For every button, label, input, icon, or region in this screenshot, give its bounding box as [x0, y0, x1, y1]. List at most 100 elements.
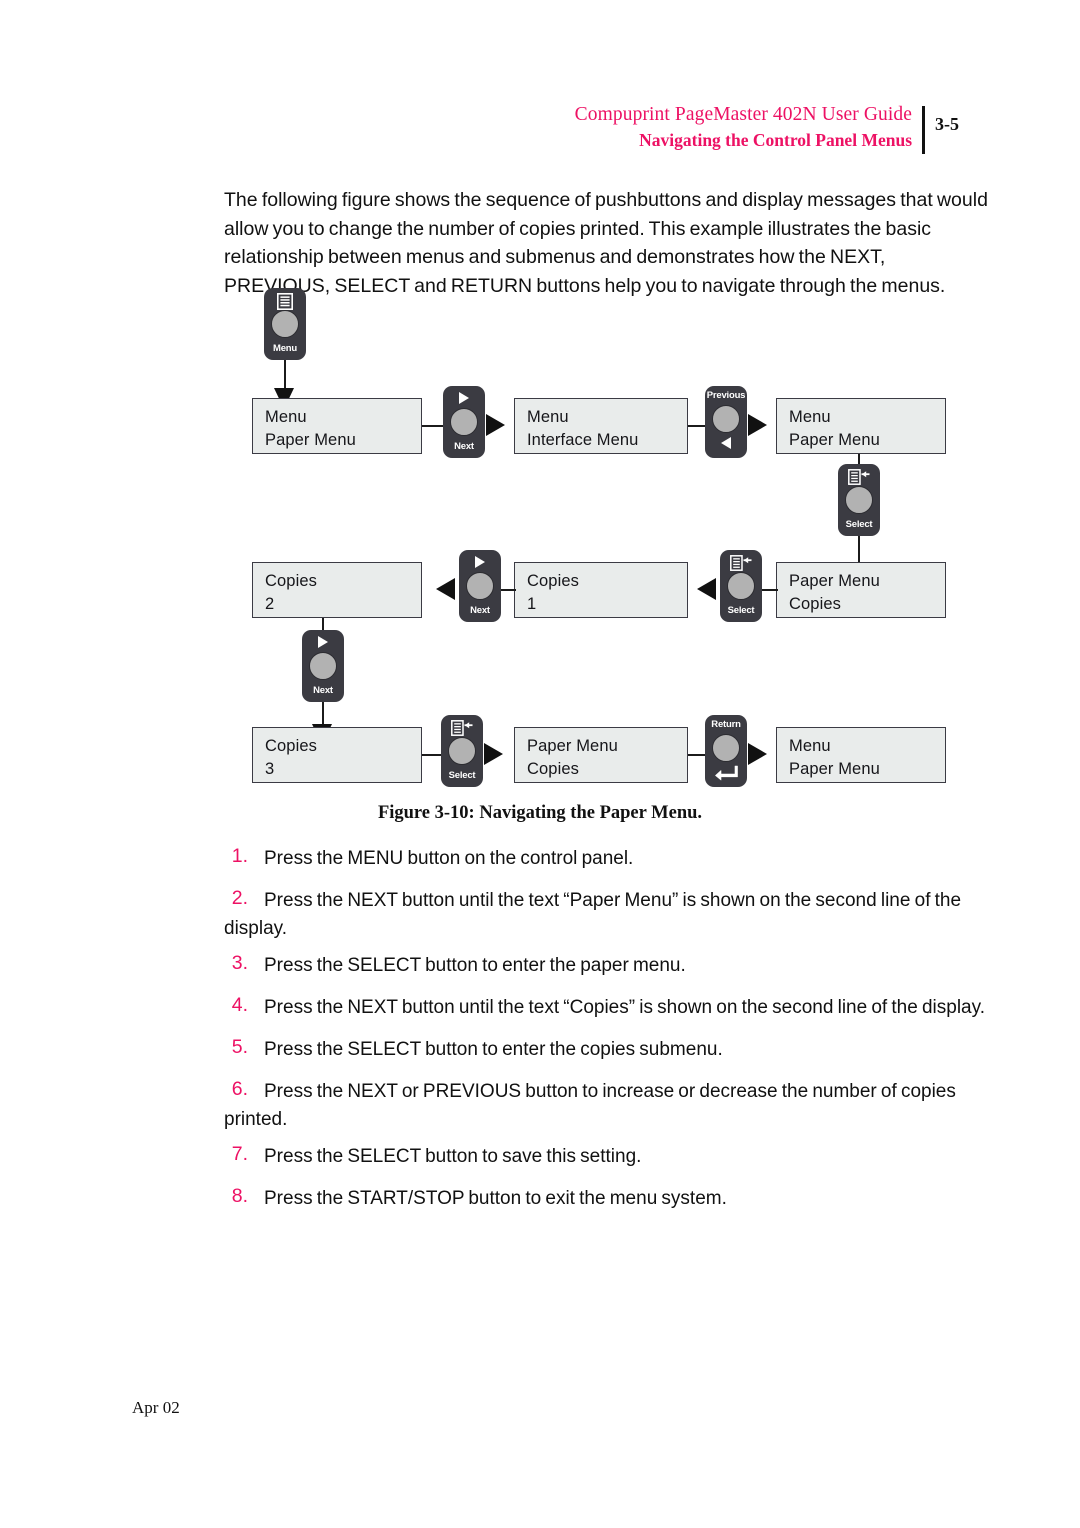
display-line-2: 3 — [265, 760, 275, 778]
list-item: 3. Press the SELECT button to enter the … — [224, 952, 994, 985]
connector-display5-to-next2 — [500, 589, 516, 591]
step-text: Press the NEXT button until the text “Pa… — [224, 890, 962, 939]
step-number: 1. — [231, 845, 248, 867]
list-item: 6. Press the NEXT or PREVIOUS button to … — [224, 1078, 994, 1134]
arrowhead-left-to-display6 — [436, 578, 455, 600]
step-number: 2. — [231, 887, 248, 909]
display-line-2: 2 — [265, 595, 275, 613]
display-line-2: Copies — [527, 760, 579, 778]
list-item: 1. Press the MENU button on the control … — [224, 845, 994, 878]
return-arrow-icon — [705, 765, 747, 786]
select-button-cap[interactable] — [845, 486, 873, 514]
control-button-select[interactable]: Select — [838, 464, 880, 536]
return-button-cap[interactable] — [712, 734, 740, 762]
control-button-next-label: Next — [454, 441, 474, 452]
display-line-2: Paper Menu — [265, 431, 356, 449]
display-box: Menu Interface Menu — [514, 398, 688, 454]
display-line-1: Copies — [265, 572, 317, 590]
display-line-2: Interface Menu — [527, 431, 639, 449]
procedure-steps-list: 1. Press the MENU button on the control … — [224, 845, 994, 1227]
control-button-menu-label: Menu — [272, 343, 297, 354]
select-button-cap[interactable] — [448, 737, 476, 765]
display-box: Menu Paper Menu — [776, 398, 946, 454]
list-item: 8. Press the START/STOP button to exit t… — [224, 1185, 994, 1218]
display-box: Menu Paper Menu — [776, 727, 946, 783]
display-line-2: 1 — [527, 595, 537, 613]
connector-select1-to-display4 — [858, 536, 860, 564]
list-item: 4. Press the NEXT button until the text … — [224, 994, 994, 1027]
display-line-1: Menu — [527, 408, 569, 426]
figure-caption: Figure 3-10: Navigating the Paper Menu. — [377, 803, 703, 823]
connector-menu-to-display1 — [284, 360, 286, 390]
display-line-1: Menu — [789, 408, 831, 426]
control-button-select[interactable]: Select — [441, 715, 483, 787]
control-button-select-label: Select — [448, 770, 476, 781]
display-box: Paper Menu Copies — [776, 562, 946, 618]
page-header: Compuprint PageMaster 402N User Guide Na… — [0, 104, 1080, 164]
footer-date: Apr 02 — [132, 1398, 180, 1417]
step-text: Press the NEXT button until the text “Co… — [264, 997, 985, 1018]
display-line-1: Menu — [789, 737, 831, 755]
display-line-1: Menu — [265, 408, 307, 426]
control-button-select[interactable]: Select — [720, 550, 762, 622]
figure-navigating-paper-menu: Menu Menu Paper Menu Next Menu Interface… — [0, 280, 1080, 790]
step-text: Press the MENU button on the control pan… — [264, 848, 634, 869]
arrowhead-left-to-display5 — [697, 578, 716, 600]
triangle-right-icon — [443, 391, 485, 409]
display-line-2: Paper Menu — [789, 431, 880, 449]
control-button-previous-label: Previous — [706, 390, 746, 401]
triangle-right-icon — [459, 555, 501, 573]
control-button-next-label: Next — [313, 685, 333, 696]
display-line-2: Copies — [789, 595, 841, 613]
previous-button-cap[interactable] — [712, 405, 740, 433]
page-number: 3-5 — [935, 114, 959, 134]
control-button-previous[interactable]: Previous — [705, 386, 747, 458]
control-button-return-label: Return — [711, 719, 741, 730]
list-item: 7. Press the SELECT button to save this … — [224, 1143, 994, 1176]
display-box: Paper Menu Copies — [514, 727, 688, 783]
step-number: 4. — [231, 994, 248, 1016]
arrowhead-right-to-display9 — [748, 743, 767, 765]
connector-next3-to-display7 — [322, 702, 324, 726]
step-text: Press the SELECT button to enter the pap… — [264, 955, 686, 976]
connector-display7-to-select3 — [422, 754, 442, 756]
display-box: Copies 3 — [252, 727, 422, 783]
arrowhead-right-to-display8 — [484, 743, 503, 765]
triangle-right-icon — [302, 635, 344, 653]
list-item: 5. Press the SELECT button to enter the … — [224, 1036, 994, 1069]
step-text: Press the SELECT button to save this set… — [264, 1146, 642, 1167]
control-button-next-label: Next — [470, 605, 490, 616]
step-text: Press the NEXT or PREVIOUS button to inc… — [224, 1081, 956, 1130]
control-button-next[interactable]: Next — [302, 630, 344, 702]
arrowhead-right-to-display3 — [748, 414, 767, 436]
list-item: 2. Press the NEXT button until the text … — [224, 887, 994, 943]
step-text: Press the START/STOP button to exit the … — [264, 1188, 727, 1209]
next-button-cap[interactable] — [309, 652, 337, 680]
header-title: Compuprint PageMaster 402N User Guide — [574, 104, 912, 125]
step-number: 3. — [231, 952, 248, 974]
step-number: 8. — [231, 1185, 248, 1207]
control-button-select-label: Select — [727, 605, 755, 616]
connector-display4-to-select2 — [762, 589, 778, 591]
select-button-cap[interactable] — [727, 572, 755, 600]
control-button-next[interactable]: Next — [459, 550, 501, 622]
menu-button-cap[interactable] — [271, 310, 299, 338]
next-button-cap[interactable] — [466, 572, 494, 600]
header-subtitle: Navigating the Control Panel Menus — [639, 130, 912, 150]
step-number: 5. — [231, 1036, 248, 1058]
display-line-1: Copies — [265, 737, 317, 755]
control-button-return[interactable]: Return — [705, 715, 747, 787]
header-divider-rule — [922, 106, 925, 154]
control-button-select-label: Select — [845, 519, 873, 530]
triangle-left-icon — [705, 436, 747, 454]
step-number: 6. — [231, 1078, 248, 1100]
arrowhead-right-to-display2 — [486, 414, 505, 436]
display-box: Copies 2 — [252, 562, 422, 618]
display-line-1: Paper Menu — [527, 737, 618, 755]
control-button-menu[interactable]: Menu — [264, 288, 306, 360]
display-line-2: Paper Menu — [789, 760, 880, 778]
control-button-next[interactable]: Next — [443, 386, 485, 458]
next-button-cap[interactable] — [450, 408, 478, 436]
step-number: 7. — [231, 1143, 248, 1165]
display-box: Copies 1 — [514, 562, 688, 618]
